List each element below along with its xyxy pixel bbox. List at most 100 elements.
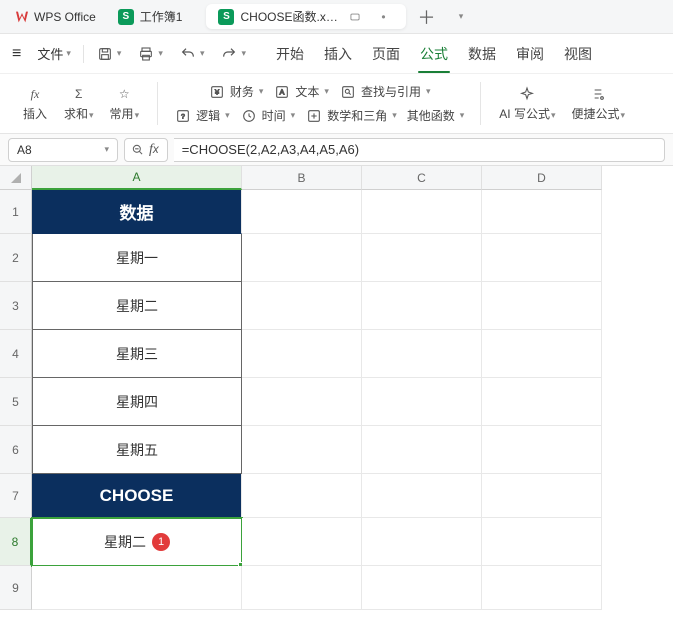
cell-C3[interactable] [362, 282, 482, 330]
tab-formula[interactable]: 公式 [416, 38, 452, 70]
cell-A6[interactable]: 星期五 [32, 426, 242, 474]
undo-button[interactable]: ▾ [173, 41, 211, 67]
logic-button[interactable]: ?逻辑▾ [170, 105, 234, 127]
cell-A4[interactable]: 星期三 [32, 330, 242, 378]
finance-button[interactable]: ¥财务▾ [204, 81, 268, 103]
formula-input[interactable]: =CHOOSE(2,A2,A3,A4,A5,A6) [174, 138, 665, 162]
text-label: 文本 [295, 83, 319, 100]
row-header-4[interactable]: 4 [0, 330, 32, 378]
other-fn-button[interactable]: 其他函数▾ [403, 105, 469, 126]
cell-D3[interactable] [482, 282, 602, 330]
formula-text: =CHOOSE(2,A2,A3,A4,A5,A6) [182, 142, 359, 157]
cell-B9[interactable] [242, 566, 362, 610]
cell-B3[interactable] [242, 282, 362, 330]
more-icon[interactable]: • [372, 10, 394, 24]
cell-A7[interactable]: CHOOSE [32, 474, 242, 518]
row-header-6[interactable]: 6 [0, 426, 32, 474]
cell-D6[interactable] [482, 426, 602, 474]
print-button[interactable]: ▾ [131, 41, 169, 67]
cell-C6[interactable] [362, 426, 482, 474]
row-header-1[interactable]: 1 [0, 190, 32, 234]
fx-icon: fx [26, 85, 44, 103]
document-tab-workbook1[interactable]: S 工作簿1 [106, 4, 195, 29]
file-menu[interactable]: 文件▾ [31, 40, 77, 67]
tab-start[interactable]: 开始 [272, 38, 308, 70]
cell-B5[interactable] [242, 378, 362, 426]
column-header-C[interactable]: C [362, 166, 482, 190]
tab-menu-button[interactable]: ▾ [446, 3, 474, 31]
cell-C5[interactable] [362, 378, 482, 426]
cell-A5[interactable]: 星期四 [32, 378, 242, 426]
cell-D2[interactable] [482, 234, 602, 282]
quick-icon [589, 85, 607, 103]
cell-A9[interactable] [32, 566, 242, 610]
cell-C1[interactable] [362, 190, 482, 234]
name-box[interactable]: A8 ▾ [8, 138, 118, 162]
row-header-9[interactable]: 9 [0, 566, 32, 610]
fx-icon[interactable]: fx [147, 142, 161, 158]
cell-C7[interactable] [362, 474, 482, 518]
window-minimize-icon[interactable] [344, 10, 366, 24]
text-button[interactable]: A文本▾ [269, 81, 333, 103]
row-header-3[interactable]: 3 [0, 282, 32, 330]
cell-B4[interactable] [242, 330, 362, 378]
quick-label: 便捷公式 [572, 107, 620, 121]
sum-label: 求和 [64, 107, 88, 121]
cell-A1[interactable]: 数据 [32, 190, 242, 234]
text-icon: A [273, 83, 291, 101]
sum-button[interactable]: Σ 求和▾ [58, 83, 100, 124]
tab-insert[interactable]: 插入 [320, 38, 356, 70]
cell-B8[interactable] [242, 518, 362, 566]
lookup-button[interactable]: 查找与引用▾ [335, 81, 435, 103]
column-header-D[interactable]: D [482, 166, 602, 190]
tab-review[interactable]: 审阅 [512, 38, 548, 70]
logic-icon: ? [174, 107, 192, 125]
column-header-A[interactable]: A [32, 166, 242, 190]
cell-D7[interactable] [482, 474, 602, 518]
cell-D4[interactable] [482, 330, 602, 378]
document-tab-choose[interactable]: S CHOOSE函数.xlsx • [206, 4, 406, 29]
math-button[interactable]: 数学和三角▾ [301, 105, 401, 127]
row-header-8[interactable]: 8 [0, 518, 32, 566]
row-header-2[interactable]: 2 [0, 234, 32, 282]
cell-A3[interactable]: 星期二 [32, 282, 242, 330]
cell-D9[interactable] [482, 566, 602, 610]
cell-C2[interactable] [362, 234, 482, 282]
quick-formula-button[interactable]: 便捷公式▾ [566, 83, 632, 124]
tab-page[interactable]: 页面 [368, 38, 404, 70]
cell-D5[interactable] [482, 378, 602, 426]
cell-D8[interactable] [482, 518, 602, 566]
row-header-7[interactable]: 7 [0, 474, 32, 518]
cell-value: 数据 [120, 199, 154, 224]
cell-B1[interactable] [242, 190, 362, 234]
cell-value: 星期二 [104, 532, 146, 552]
new-tab-button[interactable]: ＋ [412, 3, 440, 31]
tab-view[interactable]: 视图 [560, 38, 596, 70]
insert-function-button[interactable]: fx 插入 [16, 83, 54, 124]
cell-A8[interactable]: 星期二1 [32, 518, 242, 566]
tab-data[interactable]: 数据 [464, 38, 500, 70]
save-icon [96, 45, 114, 63]
ai-formula-button[interactable]: AI 写公式▾ [493, 83, 561, 124]
select-all-corner[interactable] [0, 166, 32, 190]
cell-B6[interactable] [242, 426, 362, 474]
cell-D1[interactable] [482, 190, 602, 234]
redo-button[interactable]: ▾ [214, 41, 252, 67]
row-header-5[interactable]: 5 [0, 378, 32, 426]
cell-A2[interactable]: 星期一 [32, 234, 242, 282]
common-button[interactable]: ☆ 常用▾ [104, 83, 146, 124]
menu-toggle-button[interactable]: ≡ [6, 41, 27, 67]
save-button[interactable]: ▾ [90, 41, 128, 67]
cell-B2[interactable] [242, 234, 362, 282]
cell-C9[interactable] [362, 566, 482, 610]
datetime-button[interactable]: 时间▾ [236, 105, 300, 127]
separator [157, 82, 158, 125]
zoom-out-icon[interactable] [129, 141, 147, 159]
cell-value: 星期二 [116, 296, 158, 316]
cell-C4[interactable] [362, 330, 482, 378]
insert-fn-label: 插入 [23, 105, 47, 122]
cell-C8[interactable] [362, 518, 482, 566]
column-header-B[interactable]: B [242, 166, 362, 190]
spreadsheet-icon: S [118, 9, 134, 25]
cell-B7[interactable] [242, 474, 362, 518]
